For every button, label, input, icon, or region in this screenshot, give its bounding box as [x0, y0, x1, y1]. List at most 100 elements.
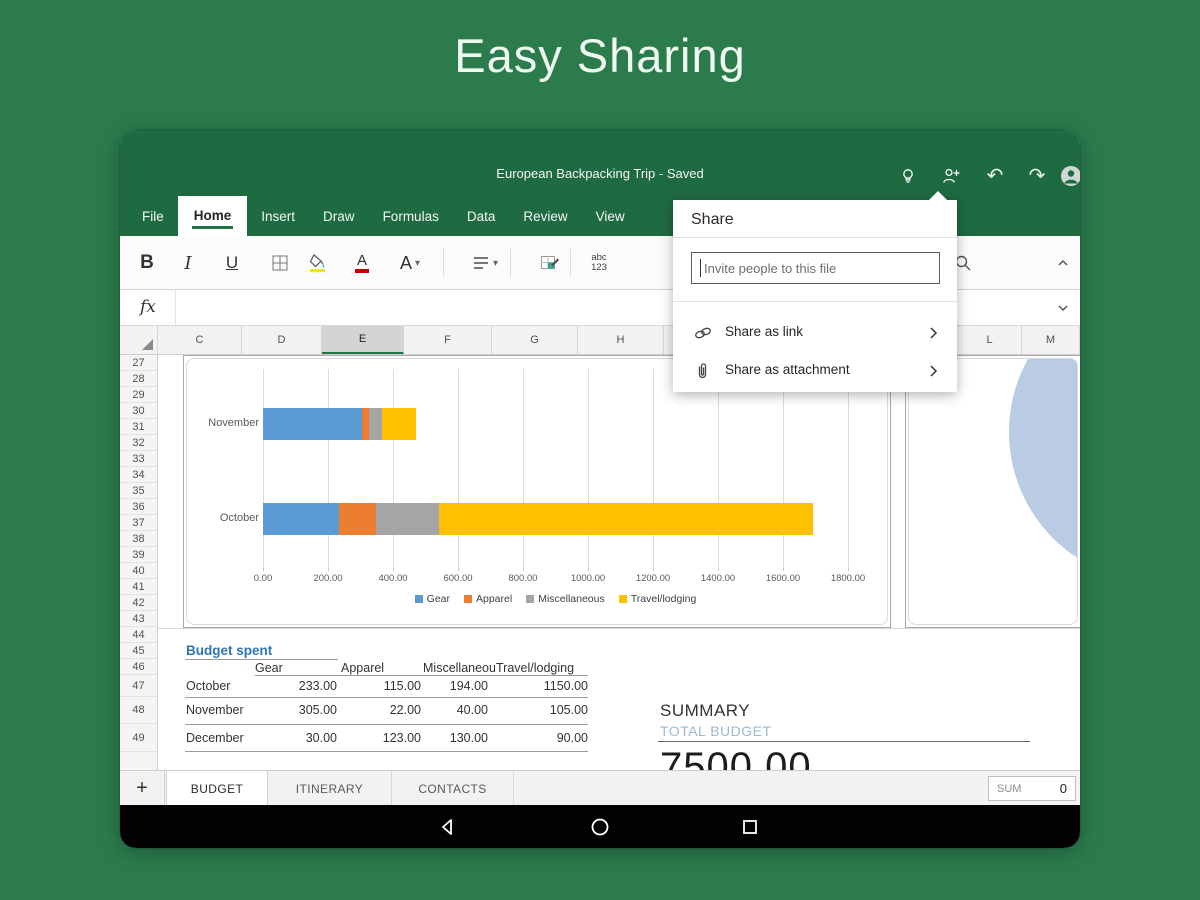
ribbon-tab-formulas[interactable]: Formulas: [369, 196, 453, 236]
undo-icon[interactable]: ↶: [982, 163, 1008, 189]
ribbon-tab-view[interactable]: View: [582, 196, 639, 236]
column-header-d[interactable]: D: [242, 326, 322, 354]
column-header-l[interactable]: L: [958, 326, 1022, 354]
legend-item: Apparel: [464, 593, 512, 605]
fx-icon: fx: [140, 297, 156, 317]
row-header-48[interactable]: 48: [120, 697, 157, 724]
pie-slice: [1009, 358, 1078, 582]
row-header-35[interactable]: 35: [120, 483, 157, 499]
row-header-38[interactable]: 38: [120, 531, 157, 547]
back-icon[interactable]: [437, 816, 459, 838]
row-header-34[interactable]: 34: [120, 467, 157, 483]
bar-segment-gear: [263, 503, 339, 535]
row-header-43[interactable]: 43: [120, 611, 157, 627]
font-size-button[interactable]: A▾: [386, 244, 434, 282]
legend-item: Miscellaneous: [526, 593, 605, 605]
row-header-30[interactable]: 30: [120, 403, 157, 419]
row-header-39[interactable]: 39: [120, 547, 157, 563]
row-header-29[interactable]: 29: [120, 387, 157, 403]
column-header-c[interactable]: C: [158, 326, 242, 354]
axis-tick: [263, 567, 264, 571]
sheet-tab-contacts[interactable]: CONTACTS: [392, 771, 514, 806]
row-header-27[interactable]: 27: [120, 355, 157, 371]
android-nav-bar: [120, 805, 1080, 848]
ribbon-tab-draw[interactable]: Draw: [309, 196, 369, 236]
row-header-37[interactable]: 37: [120, 515, 157, 531]
row-header-32[interactable]: 32: [120, 435, 157, 451]
budget-cell-value: 130.00: [404, 731, 488, 745]
borders-icon[interactable]: [260, 244, 300, 282]
budget-cell-value: 233.00: [253, 679, 337, 693]
column-header-f[interactable]: F: [404, 326, 492, 354]
column-header-h[interactable]: H: [578, 326, 664, 354]
legend-item: Gear: [415, 593, 450, 605]
divider: [185, 751, 588, 752]
share-contact-icon[interactable]: [938, 163, 964, 189]
italic-button[interactable]: I: [168, 244, 208, 282]
ribbon-tab-data[interactable]: Data: [453, 196, 510, 236]
share-as-attachment-item[interactable]: Share as attachment: [673, 352, 957, 390]
status-sum-indicator[interactable]: SUM 0: [988, 776, 1076, 801]
row-header-46[interactable]: 46: [120, 659, 157, 675]
bar-segment-travellodging: [382, 408, 416, 440]
row-header-28[interactable]: 28: [120, 371, 157, 387]
lightbulb-icon[interactable]: [895, 163, 921, 189]
chart-gridline: [328, 369, 329, 567]
fill-color-icon[interactable]: [298, 244, 338, 282]
alignment-icon[interactable]: ▾: [461, 244, 509, 282]
select-all-button[interactable]: [120, 326, 158, 354]
row-header-49[interactable]: 49: [120, 724, 157, 752]
row-header-33[interactable]: 33: [120, 451, 157, 467]
x-tick-label: 200.00: [303, 573, 353, 584]
row-header-47[interactable]: 47: [120, 675, 157, 697]
divider: [673, 301, 957, 302]
bar-chart-object[interactable]: 0.00200.00400.00600.00800.001000.001200.…: [183, 355, 891, 628]
row-header-36[interactable]: 36: [120, 499, 157, 515]
invite-people-input[interactable]: [691, 252, 940, 284]
divider: [255, 675, 588, 676]
row-header-44[interactable]: 44: [120, 627, 157, 643]
recents-icon[interactable]: [739, 816, 761, 838]
column-header-m[interactable]: M: [1022, 326, 1080, 354]
add-sheet-button[interactable]: +: [120, 771, 165, 806]
x-tick-label: 800.00: [498, 573, 548, 584]
axis-tick: [653, 567, 654, 571]
row-header-45[interactable]: 45: [120, 643, 157, 659]
column-header-e[interactable]: E: [322, 326, 404, 354]
ribbon-tab-home[interactable]: Home: [178, 196, 248, 236]
budget-row-label: December: [186, 731, 244, 745]
app-titlebar: European Backpacking Trip - Saved ↶ ↷: [120, 130, 1080, 196]
pie-chart-object[interactable]: [905, 355, 1080, 628]
axis-tick: [588, 567, 589, 571]
underline-button[interactable]: U: [212, 244, 252, 282]
font-color-icon[interactable]: A: [342, 244, 382, 282]
budget-cell-value: 30.00: [253, 731, 337, 745]
row-header-31[interactable]: 31: [120, 419, 157, 435]
link-icon: [693, 323, 713, 348]
bold-button[interactable]: B: [127, 244, 167, 282]
row-header-41[interactable]: 41: [120, 579, 157, 595]
sheet-tab-itinerary[interactable]: ITINERARY: [268, 771, 392, 806]
divider: [185, 697, 588, 698]
share-as-link-item[interactable]: Share as link: [673, 314, 957, 352]
expand-formula-bar-icon[interactable]: [1043, 294, 1080, 322]
x-tick-label: 400.00: [368, 573, 418, 584]
row-header-40[interactable]: 40: [120, 563, 157, 579]
redo-icon[interactable]: ↷: [1024, 163, 1050, 189]
spreadsheet-area[interactable]: 2728293031323334353637383940414243444546…: [120, 355, 1080, 770]
ribbon-tab-file[interactable]: File: [128, 196, 178, 236]
column-header-g[interactable]: G: [492, 326, 578, 354]
sheet-tab-budget[interactable]: BUDGET: [166, 771, 268, 806]
ribbon-tab-review[interactable]: Review: [509, 196, 581, 236]
axis-tick: [328, 567, 329, 571]
budget-cell-value: 305.00: [253, 703, 337, 717]
cell-style-icon[interactable]: [530, 244, 570, 282]
home-icon[interactable]: [589, 816, 611, 838]
collapse-ribbon-icon[interactable]: [1043, 244, 1080, 282]
x-tick-label: 1800.00: [823, 573, 873, 584]
account-icon[interactable]: [1058, 163, 1080, 189]
number-format-icon[interactable]: abc123: [579, 244, 619, 282]
row-header-42[interactable]: 42: [120, 595, 157, 611]
axis-tick: [458, 567, 459, 571]
ribbon-tab-insert[interactable]: Insert: [247, 196, 309, 236]
